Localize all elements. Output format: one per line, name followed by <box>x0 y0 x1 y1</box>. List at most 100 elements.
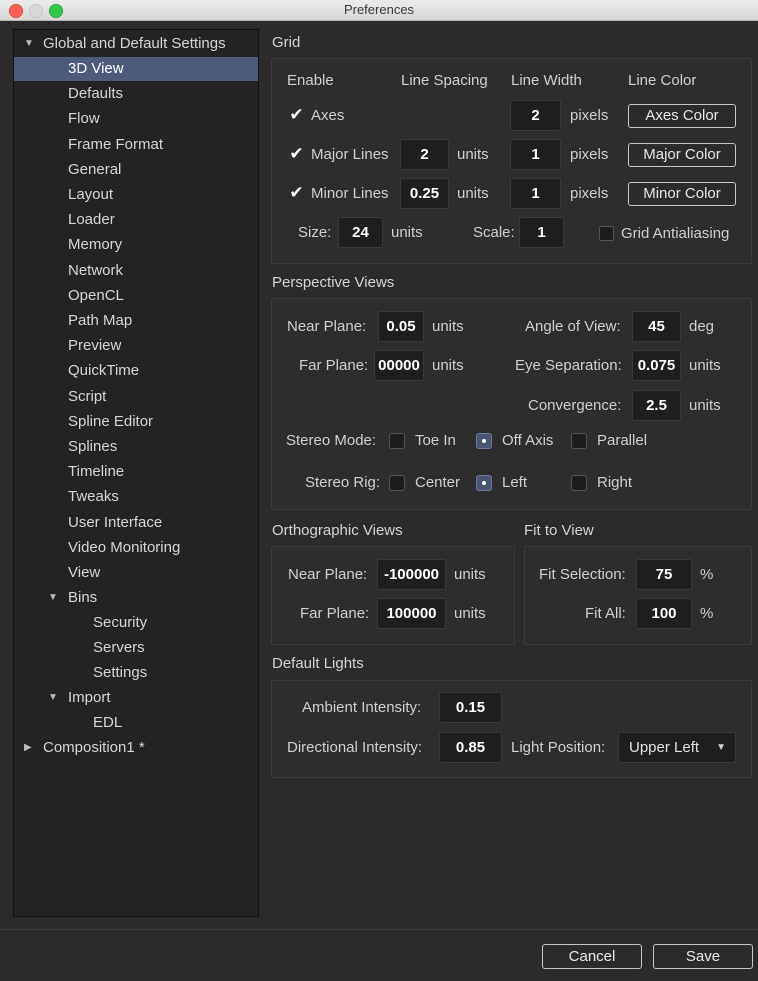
tree-item-flow[interactable]: Flow <box>14 107 258 131</box>
chevron-down-icon: ▼ <box>716 742 726 753</box>
fit-selection-unit: % <box>700 566 714 583</box>
tree-item-3d-view[interactable]: 3D View <box>14 57 258 81</box>
light-position-select[interactable]: Upper Left ▼ <box>618 732 736 763</box>
tree-item-composition[interactable]: ▶ Composition1 * <box>14 736 258 760</box>
grid-antialiasing-label: Grid Antialiasing <box>621 225 730 242</box>
preferences-tree[interactable]: ▼ Global and Default Settings 3D View Def… <box>13 29 259 917</box>
stereo-mode-parallel-label: Parallel <box>597 432 648 449</box>
col-header-line-width: Line Width <box>511 72 582 89</box>
cancel-button[interactable]: Cancel <box>542 944 642 969</box>
grid-scale-field[interactable]: 1 <box>519 217 564 248</box>
tree-item-label: View <box>68 564 101 581</box>
angle-of-view-field[interactable]: 45 <box>632 311 681 342</box>
axes-label: Axes <box>311 107 345 124</box>
tree-item-path-map[interactable]: Path Map <box>14 309 258 333</box>
save-button[interactable]: Save <box>653 944 753 969</box>
tree-item-import[interactable]: ▼ Import <box>14 686 258 710</box>
window-title: Preferences <box>343 2 415 17</box>
directional-intensity-field[interactable]: 0.85 <box>439 732 502 763</box>
tree-item-network[interactable]: Network <box>14 259 258 283</box>
ortho-far-field[interactable]: 100000 <box>377 598 446 629</box>
tree-item-timeline[interactable]: Timeline <box>14 460 258 484</box>
tree-item-label: Layout <box>68 186 114 203</box>
ambient-intensity-field[interactable]: 0.15 <box>439 692 502 723</box>
fit-all-unit: % <box>700 605 714 622</box>
tree-item-view[interactable]: View <box>14 561 258 585</box>
tree-item-video-monitoring[interactable]: Video Monitoring <box>14 536 258 560</box>
tree-item-layout[interactable]: Layout <box>14 183 258 207</box>
eye-separation-field[interactable]: 0.075 <box>632 350 681 381</box>
tree-item-frame-format[interactable]: Frame Format <box>14 133 258 157</box>
minor-width-field[interactable]: 1 <box>510 178 561 209</box>
stereo-rig-center-radio[interactable] <box>389 475 405 491</box>
tree-item-settings[interactable]: Settings <box>14 661 258 685</box>
fit-all-label: Fit All: <box>585 605 626 622</box>
tree-item-label: Network <box>68 261 124 279</box>
angle-of-view-unit: deg <box>689 318 715 335</box>
tree-item-loader[interactable]: Loader <box>14 208 258 232</box>
fit-selection-field[interactable]: 75 <box>636 559 692 590</box>
stereo-rig-right-radio[interactable] <box>571 475 587 491</box>
major-spacing-field[interactable]: 2 <box>400 139 449 170</box>
maximize-window-button[interactable] <box>49 4 63 18</box>
tree-item-defaults[interactable]: Defaults <box>14 82 258 106</box>
axes-width-field[interactable]: 2 <box>510 100 561 131</box>
expand-arrow-icon[interactable]: ▼ <box>24 32 34 56</box>
ortho-near-label: Near Plane: <box>288 566 368 583</box>
tree-item-splines[interactable]: Splines <box>14 435 258 459</box>
section-title-fit-to-view: Fit to View <box>524 522 594 539</box>
expand-arrow-icon[interactable]: ▼ <box>48 686 58 710</box>
minimize-window-button[interactable] <box>29 4 43 18</box>
tree-item-preview[interactable]: Preview <box>14 334 258 358</box>
major-width-unit: pixels <box>570 146 609 163</box>
expand-arrow-icon[interactable]: ▼ <box>48 586 58 610</box>
axes-width-unit: pixels <box>570 107 609 124</box>
tree-item-label: Script <box>68 387 107 405</box>
stereo-mode-toe-in-radio[interactable] <box>389 433 405 449</box>
tree-item-memory[interactable]: Memory <box>14 233 258 257</box>
ortho-near-field[interactable]: -100000 <box>377 559 446 590</box>
tree-item-label: 3D View <box>68 60 124 77</box>
tree-item-servers[interactable]: Servers <box>14 636 258 660</box>
stereo-mode-parallel-radio[interactable] <box>571 433 587 449</box>
tree-item-spline-editor[interactable]: Spline Editor <box>14 410 258 434</box>
tree-item-global[interactable]: ▼ Global and Default Settings <box>14 32 258 56</box>
perspective-near-field[interactable]: 0.05 <box>378 311 424 342</box>
minor-lines-checkbox[interactable]: ✔ <box>289 184 304 201</box>
fit-all-field[interactable]: 100 <box>636 598 692 629</box>
tree-item-bins[interactable]: ▼ Bins <box>14 586 258 610</box>
tree-item-edl[interactable]: EDL <box>14 711 258 735</box>
tree-item-security[interactable]: Security <box>14 611 258 635</box>
tree-item-script[interactable]: Script <box>14 385 258 409</box>
light-position-label: Light Position: <box>511 739 606 756</box>
minor-spacing-field[interactable]: 0.25 <box>400 178 449 209</box>
tree-item-opencl[interactable]: OpenCL <box>14 284 258 308</box>
perspective-far-field[interactable]: 00000 <box>374 350 424 381</box>
tree-item-label: Frame Format <box>68 135 164 153</box>
minor-color-button[interactable]: Minor Color <box>628 182 736 206</box>
tree-item-user-interface[interactable]: User Interface <box>14 511 258 535</box>
stereo-rig-left-radio[interactable] <box>476 475 492 491</box>
collapse-arrow-icon[interactable]: ▶ <box>24 736 32 760</box>
axes-color-button[interactable]: Axes Color <box>628 104 736 128</box>
stereo-rig-label: Stereo Rig: <box>305 474 381 491</box>
grid-size-field[interactable]: 24 <box>338 217 383 248</box>
eye-separation-label: Eye Separation: <box>515 357 622 374</box>
tree-item-general[interactable]: General <box>14 158 258 182</box>
close-window-button[interactable] <box>9 4 23 18</box>
major-width-field[interactable]: 1 <box>510 139 561 170</box>
tree-item-quicktime[interactable]: QuickTime <box>14 359 258 383</box>
section-title-grid: Grid <box>272 34 301 51</box>
tree-item-tweaks[interactable]: Tweaks <box>14 485 258 509</box>
stereo-mode-off-axis-radio[interactable] <box>476 433 492 449</box>
stereo-mode-off-axis-label: Off Axis <box>502 432 554 449</box>
major-spacing-unit: units <box>457 146 489 163</box>
major-lines-checkbox[interactable]: ✔ <box>289 145 304 162</box>
convergence-label: Convergence: <box>528 397 622 414</box>
section-title-orthographic: Orthographic Views <box>272 522 403 539</box>
axes-checkbox[interactable]: ✔ <box>289 106 304 123</box>
convergence-field[interactable]: 2.5 <box>632 390 681 421</box>
major-color-button[interactable]: Major Color <box>628 143 736 167</box>
grid-antialiasing-checkbox[interactable] <box>599 226 614 241</box>
tree-item-label: Composition1 * <box>43 739 145 756</box>
